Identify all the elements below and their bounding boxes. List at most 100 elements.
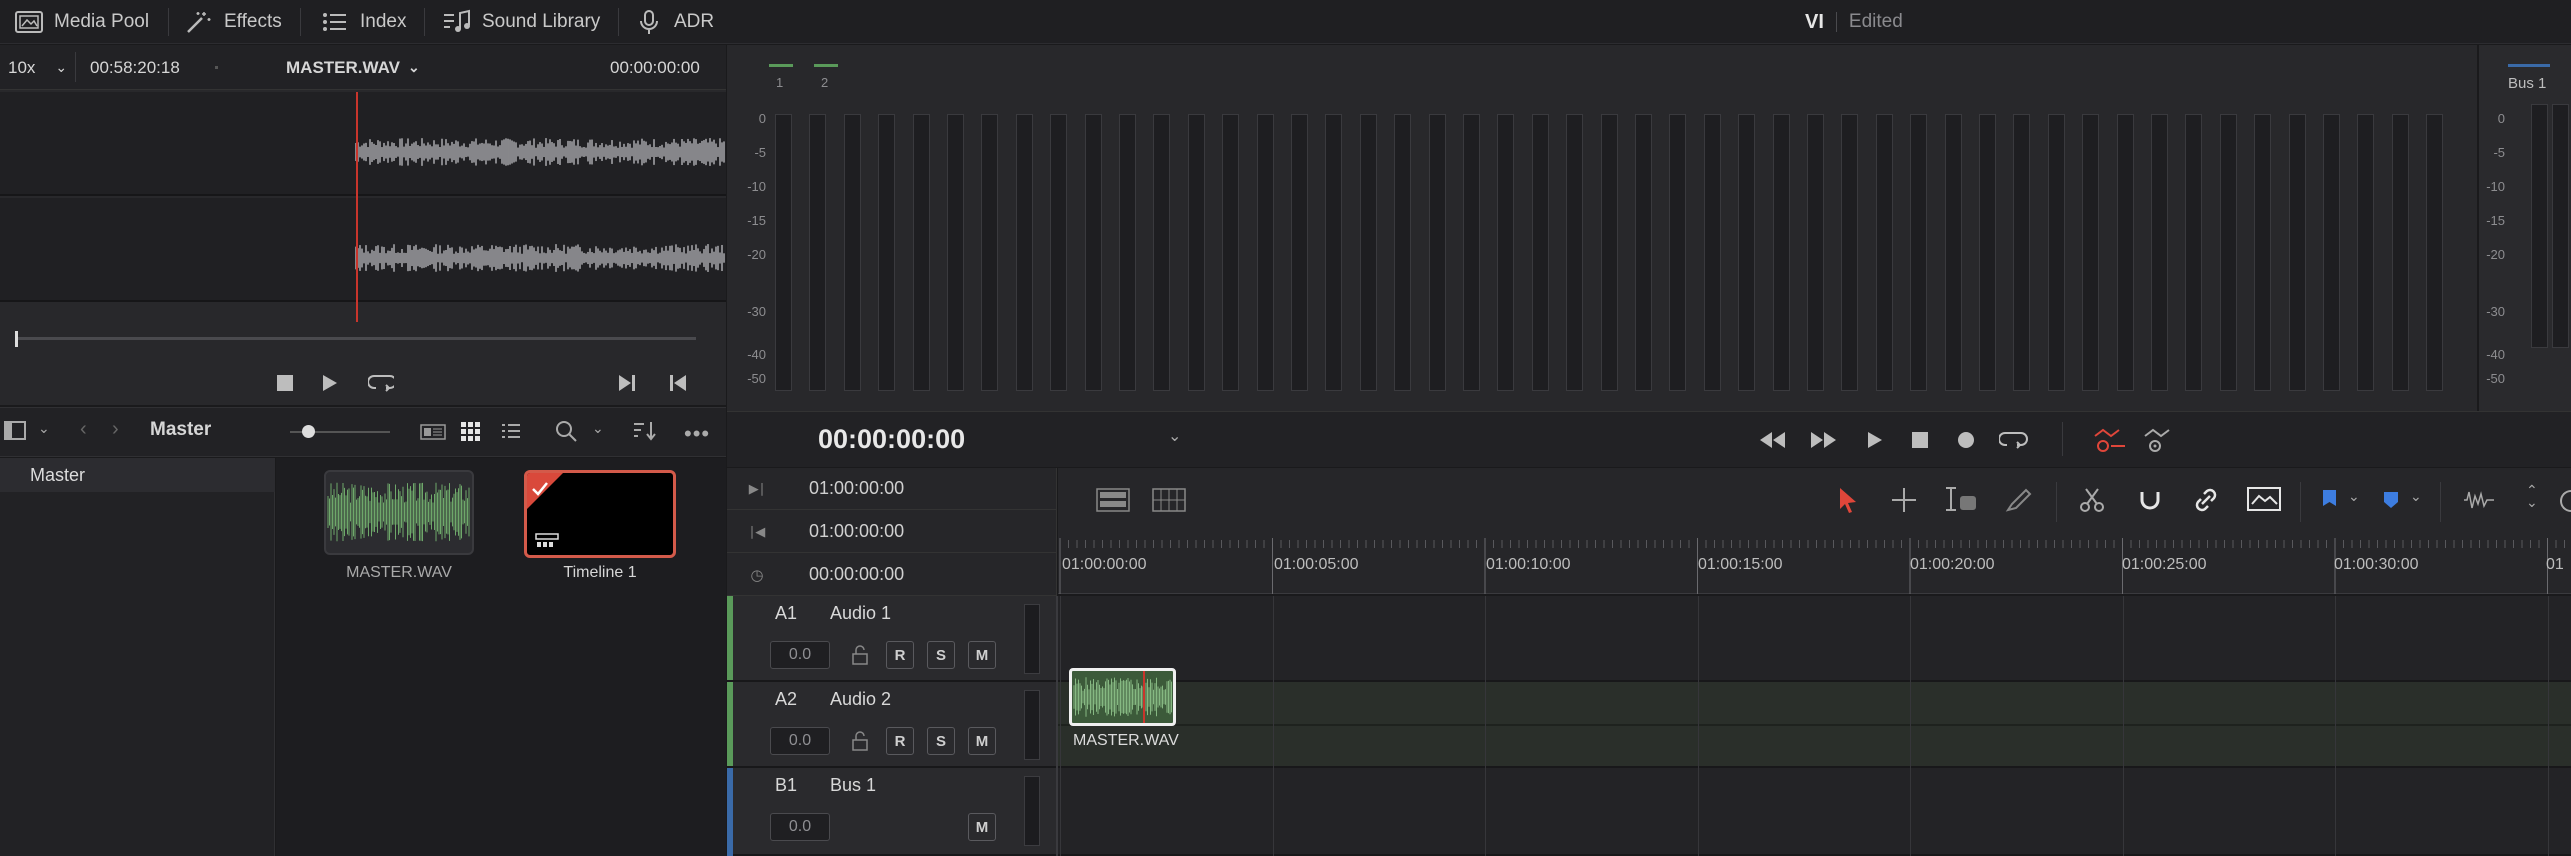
selection-tool-button[interactable] — [1836, 486, 1860, 519]
waveform-channel-2[interactable] — [0, 198, 726, 302]
fast-forward-button[interactable] — [1808, 424, 1840, 456]
mute-button[interactable]: M — [968, 641, 996, 669]
record-arm-button[interactable]: R — [886, 727, 914, 755]
index-button[interactable]: Index — [320, 0, 406, 44]
image-view-icon — [2247, 487, 2281, 511]
mute-button[interactable]: M — [968, 813, 996, 841]
duration-row: ◷ 00:00:00:00 — [727, 554, 1057, 596]
gridline — [2122, 596, 2124, 856]
link-button[interactable] — [2192, 486, 2220, 519]
sidebar-icon — [4, 421, 26, 440]
play-button[interactable] — [316, 370, 342, 396]
sort-button[interactable] — [632, 420, 658, 447]
track-volume[interactable]: 0.0 — [770, 727, 830, 755]
forward-arrow-icon[interactable]: › — [112, 418, 119, 441]
mute-button[interactable]: M — [968, 727, 996, 755]
effects-button[interactable]: Effects — [184, 0, 282, 44]
chevron-down-icon[interactable]: ⌄ — [38, 420, 50, 437]
search-button[interactable] — [554, 419, 578, 448]
track-volume[interactable]: 0.0 — [770, 641, 830, 669]
marker-button[interactable] — [2382, 490, 2400, 515]
track-name[interactable]: Bus 1 — [830, 775, 876, 796]
thumbnail-view-button[interactable] — [460, 421, 482, 448]
clip-name-dropdown[interactable]: MASTER.WAV ⌄ — [286, 45, 420, 90]
loop-button[interactable] — [368, 370, 394, 396]
track-lane-b1[interactable] — [1058, 768, 2571, 856]
lock-icon[interactable] — [850, 730, 870, 757]
track-name[interactable]: Audio 1 — [830, 603, 891, 624]
go-to-end-button[interactable] — [614, 370, 640, 396]
razor-tool-button[interactable] — [2078, 486, 2106, 519]
record-arm-button[interactable]: R — [886, 641, 914, 669]
stop-button[interactable] — [272, 370, 298, 396]
meter-bar — [1050, 114, 1068, 391]
automation-settings-button[interactable] — [2140, 424, 2180, 456]
scrub-handle[interactable] — [15, 331, 18, 347]
edit-toolbar — [1058, 468, 2571, 538]
meter-bar — [2185, 114, 2203, 391]
media-pool-icon — [15, 11, 43, 33]
bin-item-master[interactable]: Master — [0, 458, 275, 492]
panel-toggle-button[interactable] — [4, 420, 28, 447]
skip-back-icon — [670, 375, 686, 391]
playhead[interactable] — [356, 92, 358, 322]
snapping-button[interactable] — [2136, 486, 2164, 519]
chevron-down-icon[interactable]: ⌄ — [2348, 488, 2360, 505]
more-options-icon[interactable]: ••• — [684, 421, 710, 447]
zoom-dropdown[interactable]: 10x ⌄ — [8, 45, 67, 90]
scrub-bar[interactable] — [16, 337, 696, 340]
clip-name: Timeline 1 — [563, 564, 637, 581]
waveform-zoom-button[interactable] — [2462, 486, 2498, 519]
meter-bar — [1910, 114, 1928, 391]
media-pool-button[interactable]: Media Pool — [14, 0, 149, 44]
meter-bar — [1015, 114, 1033, 391]
range-tool-button[interactable] — [1890, 486, 1918, 519]
clip-thumbnail-master-wav[interactable] — [324, 470, 474, 555]
flag-button[interactable] — [2320, 488, 2338, 515]
view-options-button[interactable] — [2246, 484, 2282, 519]
meter-bar — [2288, 114, 2306, 391]
meter-bar — [2426, 114, 2444, 391]
solo-button[interactable]: S — [927, 727, 955, 755]
rewind-button[interactable] — [1756, 424, 1788, 456]
timeline-clip-master-wav[interactable] — [1069, 668, 1176, 726]
meter-scale-label: -30 — [747, 304, 766, 319]
metadata-view-button[interactable] — [420, 423, 446, 446]
sound-library-button[interactable]: Sound Library — [442, 0, 600, 44]
scissors-icon — [2080, 488, 2104, 512]
track-name[interactable]: Audio 2 — [830, 689, 891, 710]
chevron-down-icon[interactable]: ⌄ — [592, 420, 604, 437]
clip-name: MASTER.WAV — [286, 57, 400, 77]
waveform-channel-1[interactable] — [0, 92, 726, 196]
pencil-tool-button[interactable] — [2004, 486, 2034, 519]
zoom-stepper[interactable]: ⌃ ⌄ — [2526, 483, 2538, 509]
go-to-start-button[interactable] — [665, 370, 691, 396]
track-id: A2 — [775, 689, 798, 709]
meter-bar — [1875, 114, 1893, 391]
trim-tool-button[interactable] — [1942, 484, 1982, 521]
lock-icon[interactable] — [850, 644, 870, 671]
track-lane-a1[interactable] — [1058, 596, 2571, 682]
clip-thumbnail-timeline-1[interactable] — [524, 470, 676, 558]
automation-button[interactable] — [2090, 424, 2130, 456]
track-height-button[interactable] — [1096, 488, 1130, 517]
index-label: Index — [360, 11, 407, 32]
divider — [168, 8, 169, 36]
play-button[interactable] — [1858, 424, 1890, 456]
solo-button[interactable]: S — [927, 641, 955, 669]
stop-button[interactable] — [1904, 424, 1936, 456]
chevron-down-icon[interactable]: ⌄ — [2410, 488, 2422, 505]
track-grid-button[interactable] — [1152, 488, 1186, 517]
loop-button[interactable] — [1998, 424, 2030, 456]
meter-bar — [1119, 114, 1136, 391]
adr-button[interactable]: ADR — [634, 0, 714, 44]
record-button[interactable] — [1950, 424, 1982, 456]
meter-bar — [1256, 114, 1274, 391]
chevron-down-icon[interactable]: ⌄ — [1168, 426, 1181, 446]
track-volume[interactable]: 0.0 — [770, 813, 830, 841]
list-view-button[interactable] — [500, 421, 522, 448]
back-arrow-icon[interactable]: ‹ — [80, 418, 87, 441]
slider-handle[interactable] — [302, 425, 315, 438]
divider — [2056, 482, 2057, 522]
loop-icon — [368, 375, 394, 392]
